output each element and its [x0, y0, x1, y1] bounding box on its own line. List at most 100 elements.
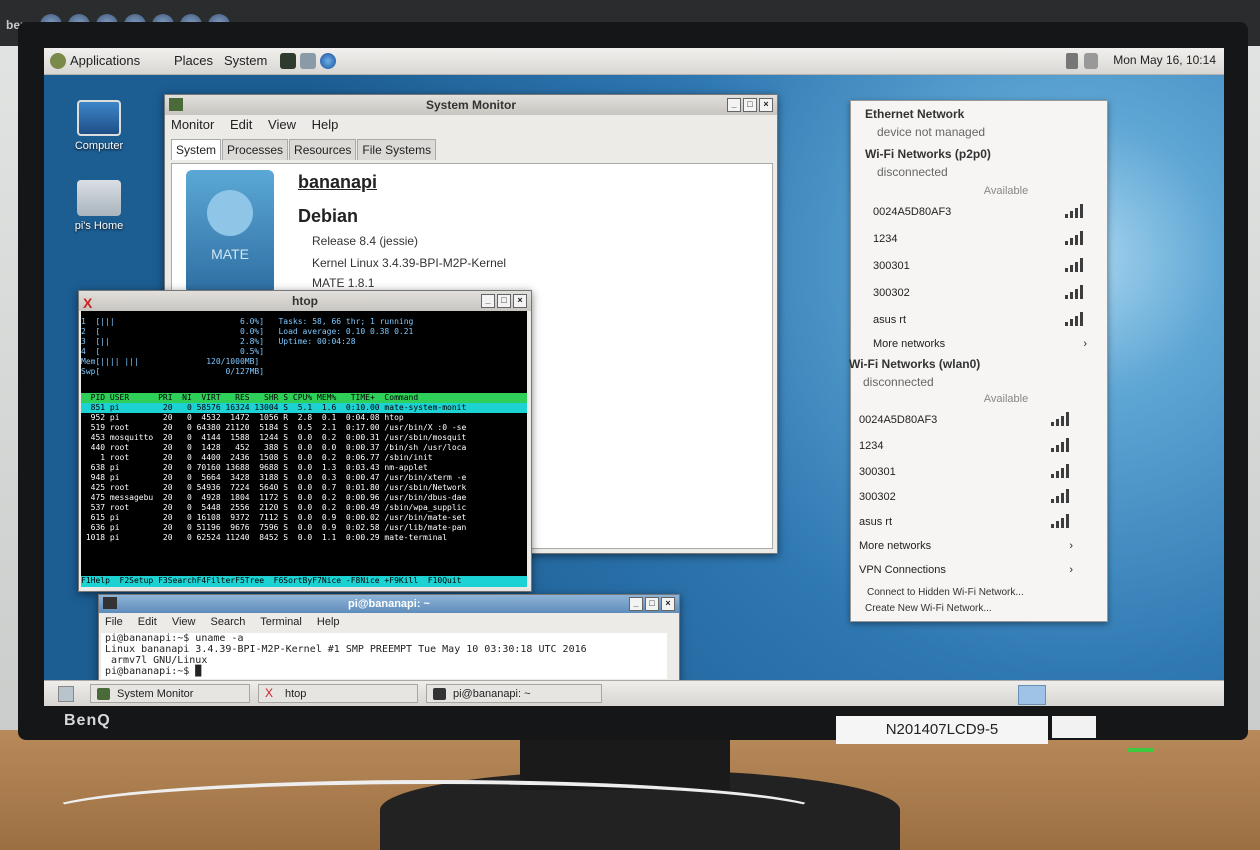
- menu-help[interactable]: Help: [317, 616, 340, 628]
- menu-edit[interactable]: Edit: [138, 616, 157, 628]
- process-row[interactable]: 1018 pi 20 0 62524 11240 8452 S 0.0 1.1 …: [81, 533, 527, 543]
- tab-resources[interactable]: Resources: [289, 139, 357, 160]
- tab-processes[interactable]: Processes: [222, 139, 289, 160]
- terminal-window: pi@bananapi: ~ _ □ × File Edit View Search…: [98, 594, 680, 686]
- network-menu: Ethernet Network device not managed Wi-F…: [849, 100, 1108, 622]
- maximize-button[interactable]: □: [743, 98, 757, 112]
- network-icon[interactable]: [1084, 53, 1098, 69]
- process-row[interactable]: 851 pi 20 0 58576 16324 13004 S 5.1 1.6 …: [81, 403, 527, 413]
- terminal-titlebar[interactable]: pi@bananapi: ~ _ □ ×: [99, 595, 679, 613]
- menu-file[interactable]: File: [105, 616, 123, 628]
- process-row[interactable]: 453 mosquitto 20 0 4144 1588 1244 S 0.0 …: [81, 433, 527, 443]
- x-icon: X: [83, 295, 93, 311]
- more-networks-item[interactable]: More networks ›: [859, 333, 1095, 355]
- window-title: htop: [292, 294, 318, 308]
- maximize-button[interactable]: □: [497, 294, 511, 308]
- browser-launcher-icon[interactable]: [320, 53, 336, 69]
- menu-view[interactable]: View: [172, 616, 196, 628]
- process-row[interactable]: 948 pi 20 0 5664 3428 3188 S 0.0 0.3 0:0…: [81, 473, 527, 483]
- taskbar-item-terminal[interactable]: pi@bananapi: ~: [426, 684, 602, 703]
- taskbar-item-system-monitor[interactable]: System Monitor: [90, 684, 250, 703]
- system-monitor-titlebar[interactable]: System Monitor _ □ ×: [165, 95, 777, 115]
- mate-logo-text: MATE: [211, 246, 249, 262]
- wifi-network-item[interactable]: 300301: [845, 461, 1081, 483]
- wifi-network-item[interactable]: asus rt: [845, 511, 1081, 533]
- menu-applications[interactable]: Applications: [70, 53, 140, 68]
- desktop-icon-label: pi's Home: [74, 220, 124, 232]
- minimize-button[interactable]: _: [629, 597, 643, 611]
- wifi-network-item[interactable]: 0024A5D80AF3: [859, 201, 1095, 223]
- wifi-network-item[interactable]: asus rt: [859, 309, 1095, 331]
- function-key-bar[interactable]: F1Help F2Setup F3SearchF4FilterF5Tree F6…: [81, 576, 527, 587]
- tab-strip: System Processes Resources File Systems: [165, 135, 777, 160]
- desktop-icon-computer[interactable]: Computer: [64, 100, 134, 152]
- signal-strength-icon: [1065, 312, 1083, 326]
- menu-search[interactable]: Search: [211, 616, 246, 628]
- menu-monitor[interactable]: Monitor: [171, 117, 214, 132]
- desktop-icon-home[interactable]: pi's Home: [64, 180, 134, 232]
- menu-help[interactable]: Help: [312, 117, 339, 132]
- meter-line: 3 [|| 2.8%] Uptime: 00:04:28: [81, 337, 356, 346]
- wifi-network-item[interactable]: 300302: [845, 486, 1081, 508]
- process-table-header[interactable]: PID USER PRI NI VIRT RES SHR S CPU% MEM%…: [81, 393, 527, 403]
- minimize-button[interactable]: _: [727, 98, 741, 112]
- wifi-network-item[interactable]: 300301: [859, 255, 1095, 277]
- htop-titlebar[interactable]: X htop _ □ ×: [79, 291, 531, 311]
- process-row[interactable]: 519 root 20 0 64380 21120 5184 S 0.5 2.1…: [81, 423, 527, 433]
- connect-hidden-network-item[interactable]: Connect to Hidden Wi-Fi Network...: [867, 587, 1024, 598]
- serial-label: N201407LCD9-5: [836, 716, 1048, 744]
- wifi-p2p0-status: disconnected: [877, 165, 948, 179]
- menu-system[interactable]: System: [224, 53, 267, 68]
- mate-logo: MATE: [186, 170, 274, 294]
- vpn-connections-item[interactable]: VPN Connections ›: [845, 559, 1081, 581]
- network-name: 300301: [873, 260, 910, 272]
- chevron-right-icon: ›: [1083, 338, 1087, 350]
- process-row[interactable]: 636 pi 20 0 51196 9676 7596 S 0.0 0.9 0:…: [81, 523, 527, 533]
- workspace-switcher[interactable]: [1018, 685, 1046, 705]
- tab-file-systems[interactable]: File Systems: [357, 139, 437, 160]
- htop-output[interactable]: 1 [||| 6.0%] Tasks: 58, 66 thr; 1 runnin…: [81, 311, 527, 587]
- system-monitor-launcher-icon[interactable]: [300, 53, 316, 69]
- clock[interactable]: Mon May 16, 10:14: [1113, 53, 1216, 67]
- maximize-button[interactable]: □: [645, 597, 659, 611]
- taskbar-item-htop[interactable]: Xhtop: [258, 684, 418, 703]
- process-row[interactable]: 615 pi 20 0 16108 9372 7112 S 0.0 0.9 0:…: [81, 513, 527, 523]
- tab-system[interactable]: System: [171, 139, 222, 160]
- menu-view[interactable]: View: [268, 117, 296, 132]
- wifi-network-item[interactable]: 1234: [845, 435, 1081, 457]
- vpn-label: VPN Connections: [859, 564, 946, 576]
- process-row[interactable]: 952 pi 20 0 4532 1472 1056 R 2.8 0.1 0:0…: [81, 413, 527, 423]
- network-name: 1234: [859, 440, 884, 452]
- wifi-network-item[interactable]: 0024A5D80AF3: [845, 409, 1081, 431]
- process-row[interactable]: 425 root 20 0 54936 7224 5640 S 0.0 0.7 …: [81, 483, 527, 493]
- more-networks-item[interactable]: More networks ›: [845, 535, 1081, 557]
- bottom-panel: System Monitor Xhtop pi@bananapi: ~: [44, 680, 1224, 706]
- show-desktop-icon[interactable]: [58, 686, 74, 702]
- menu-edit[interactable]: Edit: [230, 117, 252, 132]
- process-row[interactable]: 638 pi 20 0 70160 13688 9688 S 0.0 1.3 0…: [81, 463, 527, 473]
- create-network-item[interactable]: Create New Wi-Fi Network...: [865, 603, 992, 614]
- close-button[interactable]: ×: [513, 294, 527, 308]
- mate-logo-icon[interactable]: [50, 53, 66, 69]
- chevron-right-icon: ›: [1069, 564, 1073, 576]
- more-networks-label: More networks: [873, 338, 946, 350]
- close-button[interactable]: ×: [759, 98, 773, 112]
- window-title: System Monitor: [425, 98, 516, 112]
- process-row[interactable]: 1 root 20 0 4400 2436 1508 S 0.0 0.2 0:0…: [81, 453, 527, 463]
- hostname: bananapi: [298, 172, 378, 192]
- terminal-launcher-icon[interactable]: [280, 53, 296, 69]
- menu-places[interactable]: Places: [174, 53, 213, 68]
- wifi-network-item[interactable]: 300302: [859, 282, 1095, 304]
- desktop-version: MATE 1.8.1: [312, 276, 375, 290]
- process-row[interactable]: 440 root 20 0 1428 452 388 S 0.0 0.0 0:0…: [81, 443, 527, 453]
- terminal-output[interactable]: pi@bananapi:~$ uname -a Linux bananapi 3.…: [101, 633, 667, 679]
- menu-terminal[interactable]: Terminal: [260, 616, 302, 628]
- minimize-button[interactable]: _: [481, 294, 495, 308]
- menubar: File Edit View Search Terminal Help: [99, 613, 679, 631]
- close-button[interactable]: ×: [661, 597, 675, 611]
- wifi-network-item[interactable]: 1234: [859, 228, 1095, 250]
- kernel-text: Kernel Linux 3.4.39-BPI-M2P-Kernel: [312, 256, 507, 270]
- volume-icon[interactable]: [1066, 53, 1078, 69]
- process-row[interactable]: 475 messagebu 20 0 4928 1804 1172 S 0.0 …: [81, 493, 527, 503]
- process-row[interactable]: 537 root 20 0 5448 2556 2120 S 0.0 0.2 0…: [81, 503, 527, 513]
